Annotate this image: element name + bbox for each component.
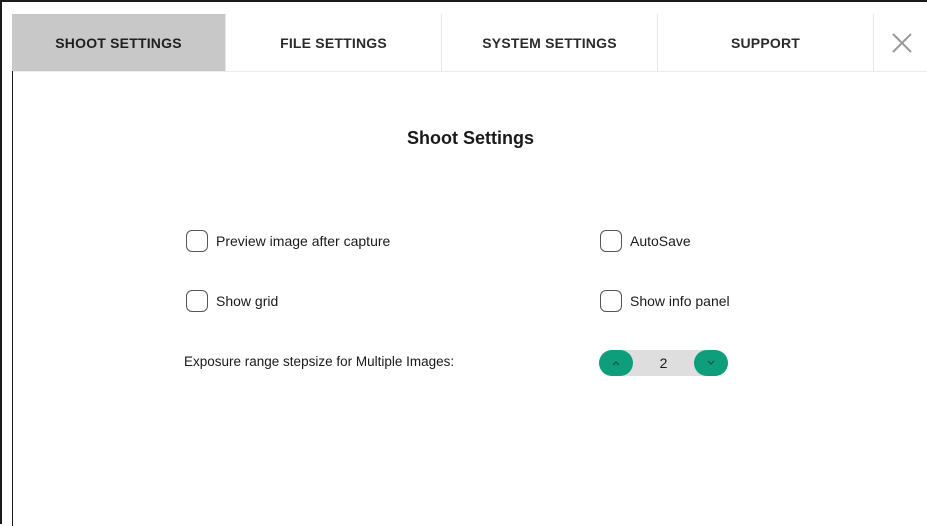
preview-image-checkbox[interactable] bbox=[186, 230, 208, 252]
tab-shoot-settings[interactable]: SHOOT SETTINGS bbox=[12, 14, 226, 71]
increase-button[interactable] bbox=[599, 350, 633, 376]
show-info-panel-label: Show info panel bbox=[630, 293, 730, 309]
exposure-stepsize-stepper: 2 bbox=[599, 350, 728, 376]
preview-image-option[interactable]: Preview image after capture bbox=[186, 230, 390, 252]
tab-file-settings[interactable]: FILE SETTINGS bbox=[226, 14, 442, 71]
tab-bar: SHOOT SETTINGS FILE SETTINGS SYSTEM SETT… bbox=[12, 14, 927, 72]
show-info-panel-checkbox[interactable] bbox=[600, 290, 622, 312]
tab-label: SHOOT SETTINGS bbox=[55, 34, 182, 51]
show-grid-label: Show grid bbox=[216, 293, 279, 309]
stepsize-value: 2 bbox=[659, 355, 668, 371]
tab-label: SUPPORT bbox=[730, 34, 801, 51]
exposure-stepsize-label: Exposure range stepsize for Multiple Ima… bbox=[184, 354, 455, 369]
autosave-option[interactable]: AutoSave bbox=[600, 230, 691, 252]
preview-image-label: Preview image after capture bbox=[216, 233, 391, 249]
page-title: Shoot Settings bbox=[407, 128, 534, 148]
close-button[interactable] bbox=[874, 14, 927, 71]
autosave-checkbox[interactable] bbox=[600, 230, 622, 252]
settings-window: SHOOT SETTINGS FILE SETTINGS SYSTEM SETT… bbox=[0, 0, 927, 526]
tab-support[interactable]: SUPPORT bbox=[658, 14, 874, 71]
tab-system-settings[interactable]: SYSTEM SETTINGS bbox=[442, 14, 658, 71]
autosave-label: AutoSave bbox=[630, 233, 691, 249]
chevron-down-icon bbox=[707, 360, 715, 365]
show-grid-option[interactable]: Show grid bbox=[186, 290, 278, 312]
decrease-button[interactable] bbox=[694, 350, 728, 376]
chevron-up-icon bbox=[612, 361, 620, 366]
close-icon bbox=[891, 32, 912, 53]
show-info-panel-option[interactable]: Show info panel bbox=[600, 290, 730, 312]
show-grid-checkbox[interactable] bbox=[186, 290, 208, 312]
tab-label: FILE SETTINGS bbox=[280, 34, 387, 51]
tab-label: SYSTEM SETTINGS bbox=[482, 34, 617, 51]
